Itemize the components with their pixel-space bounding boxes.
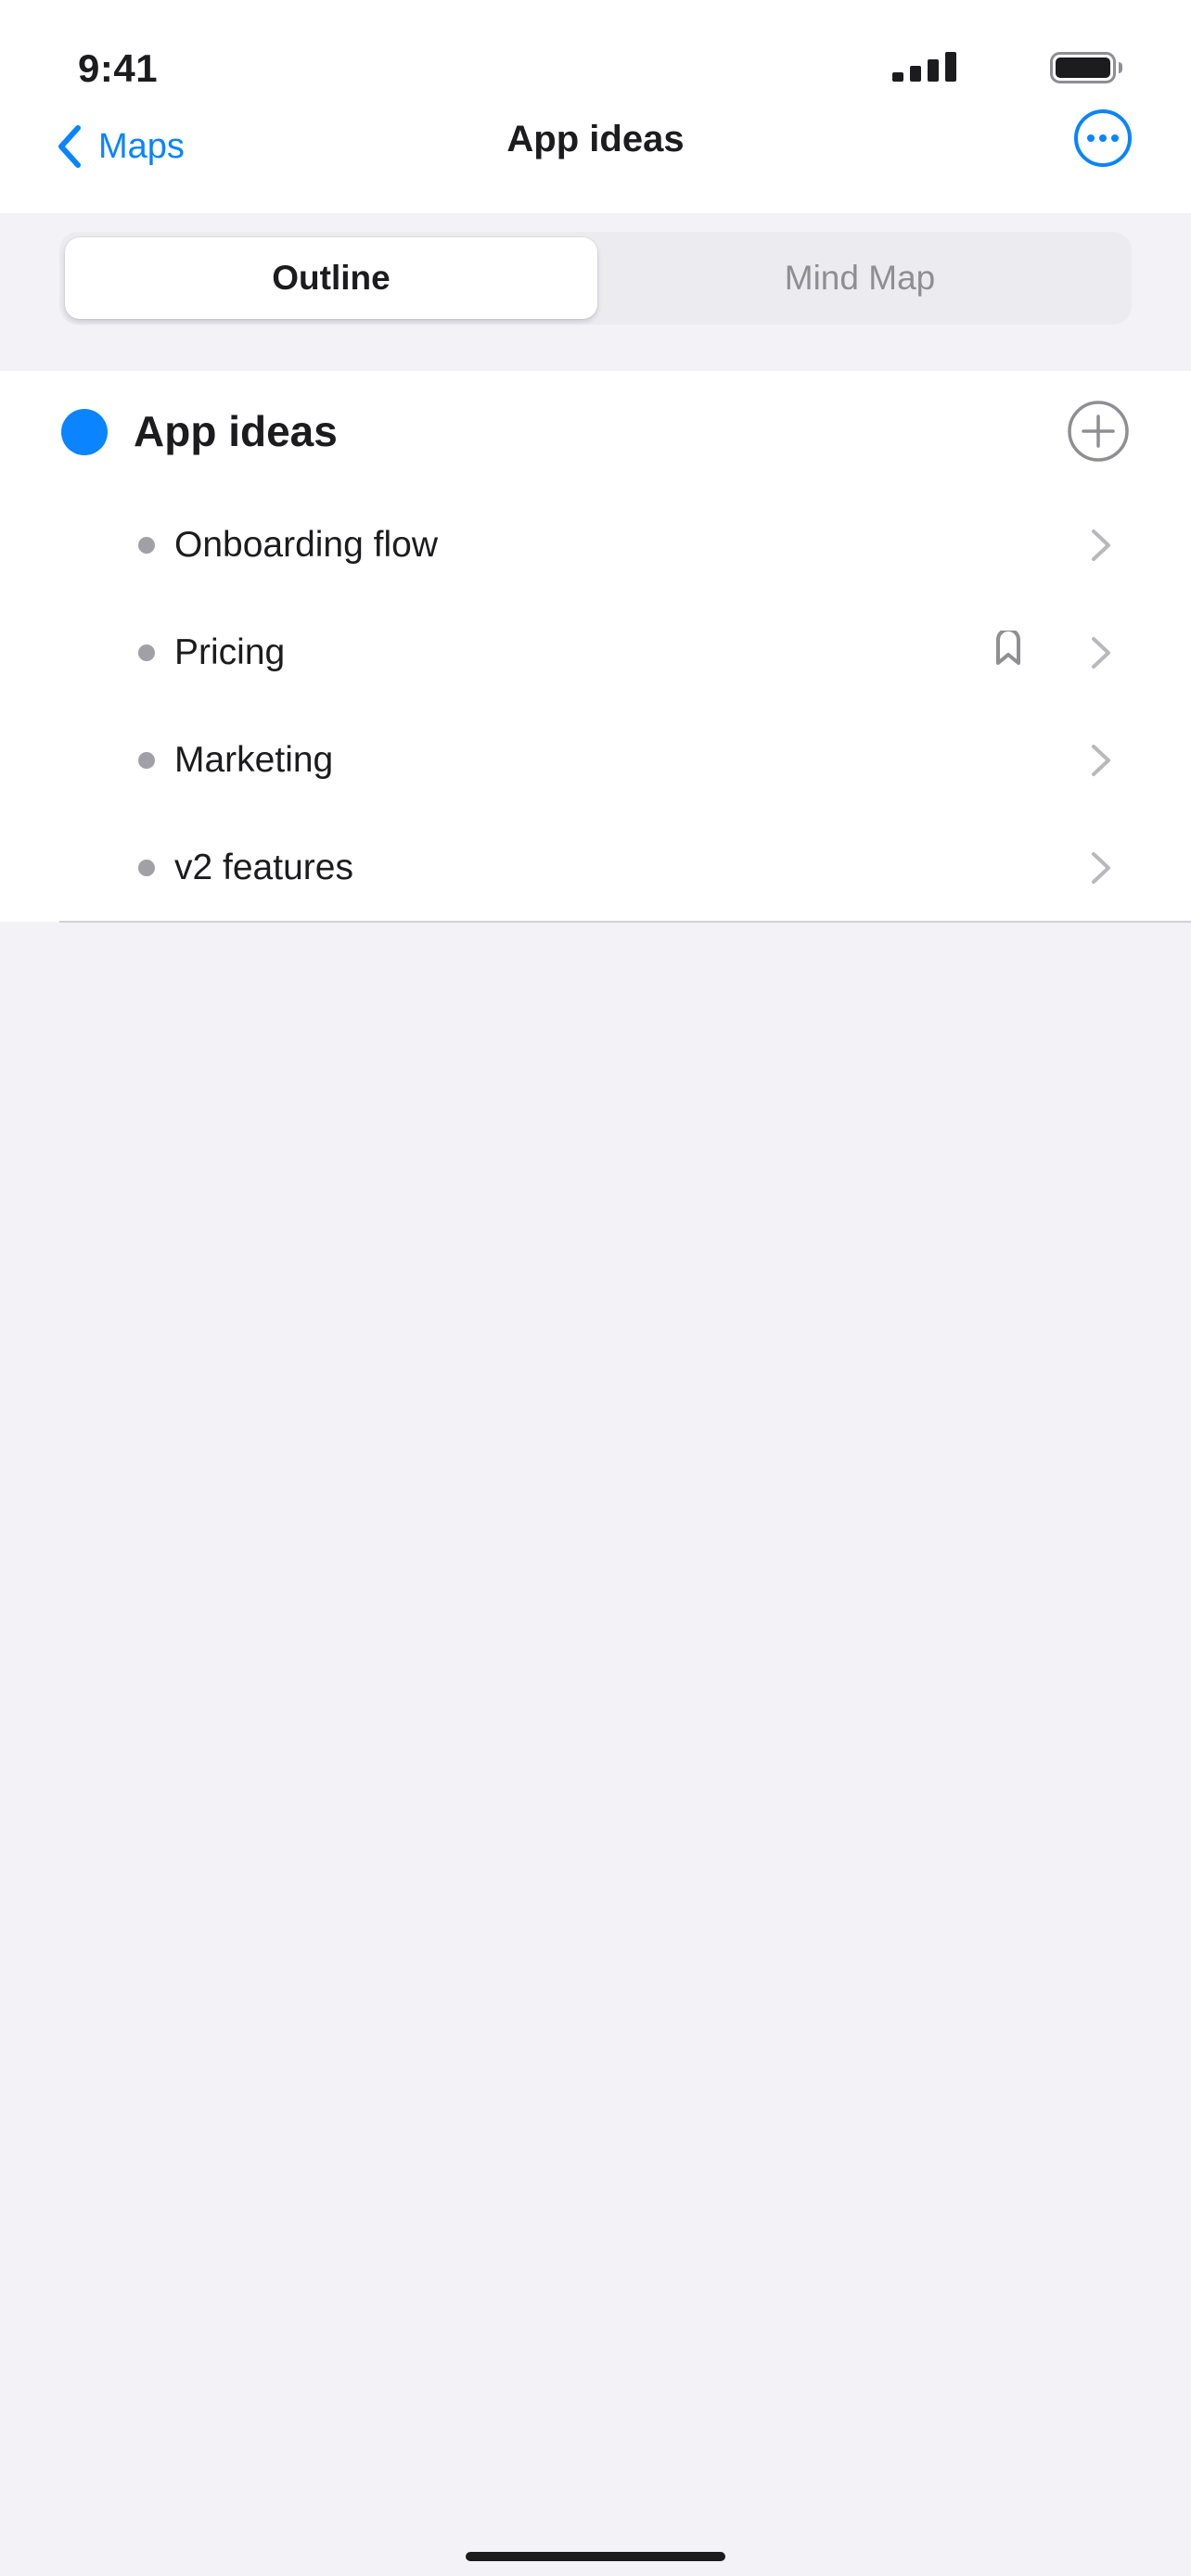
- divider: [59, 921, 1191, 923]
- segment-outline[interactable]: Outline: [65, 237, 597, 319]
- list-item[interactable]: Onboarding flow: [0, 491, 1191, 599]
- list-item-label: Pricing: [174, 632, 286, 672]
- list-item[interactable]: Marketing: [0, 707, 1191, 814]
- list-item-label: Marketing: [174, 740, 334, 780]
- app-screen: 9:41 Maps App ideas Outline Mind Map App…: [0, 0, 1191, 2576]
- list-item-label: v2 features: [174, 848, 353, 887]
- page-title: App ideas: [506, 119, 685, 159]
- bullet-dot: [138, 537, 155, 554]
- plus-circle-icon[interactable]: [1067, 400, 1130, 463]
- chevron-right-icon: [1092, 745, 1110, 776]
- chevron-right-icon: [1092, 852, 1110, 884]
- status-time: 9:41: [78, 46, 159, 90]
- ellipsis-circle-icon[interactable]: [1073, 108, 1133, 168]
- cellular-signal-icon: [892, 52, 956, 82]
- top-bar: 9:41 Maps App ideas: [0, 0, 1191, 213]
- root-topic-dot: [61, 409, 108, 455]
- bullet-dot: [138, 860, 155, 876]
- outline-root-row[interactable]: App ideas: [0, 371, 1191, 491]
- home-indicator[interactable]: [466, 2552, 725, 2561]
- chevron-right-icon: [1092, 529, 1110, 561]
- outline-panel: App ideas Onboarding flow Pricing Market…: [0, 371, 1191, 923]
- chevron-right-icon: [1092, 637, 1110, 669]
- segment-mind-map[interactable]: Mind Map: [594, 237, 1126, 319]
- list-item[interactable]: v2 features: [0, 814, 1191, 922]
- bookmark-tag-icon: [996, 631, 1020, 665]
- segmented-control: Outline Mind Map: [59, 232, 1132, 325]
- list-item[interactable]: Pricing: [0, 599, 1191, 707]
- battery-icon: [1050, 52, 1122, 83]
- root-topic-title: App ideas: [134, 407, 338, 455]
- bullet-dot: [138, 752, 155, 769]
- view-switcher-section: Outline Mind Map: [0, 213, 1191, 371]
- bullet-dot: [138, 644, 155, 661]
- list-item-label: Onboarding flow: [174, 525, 439, 565]
